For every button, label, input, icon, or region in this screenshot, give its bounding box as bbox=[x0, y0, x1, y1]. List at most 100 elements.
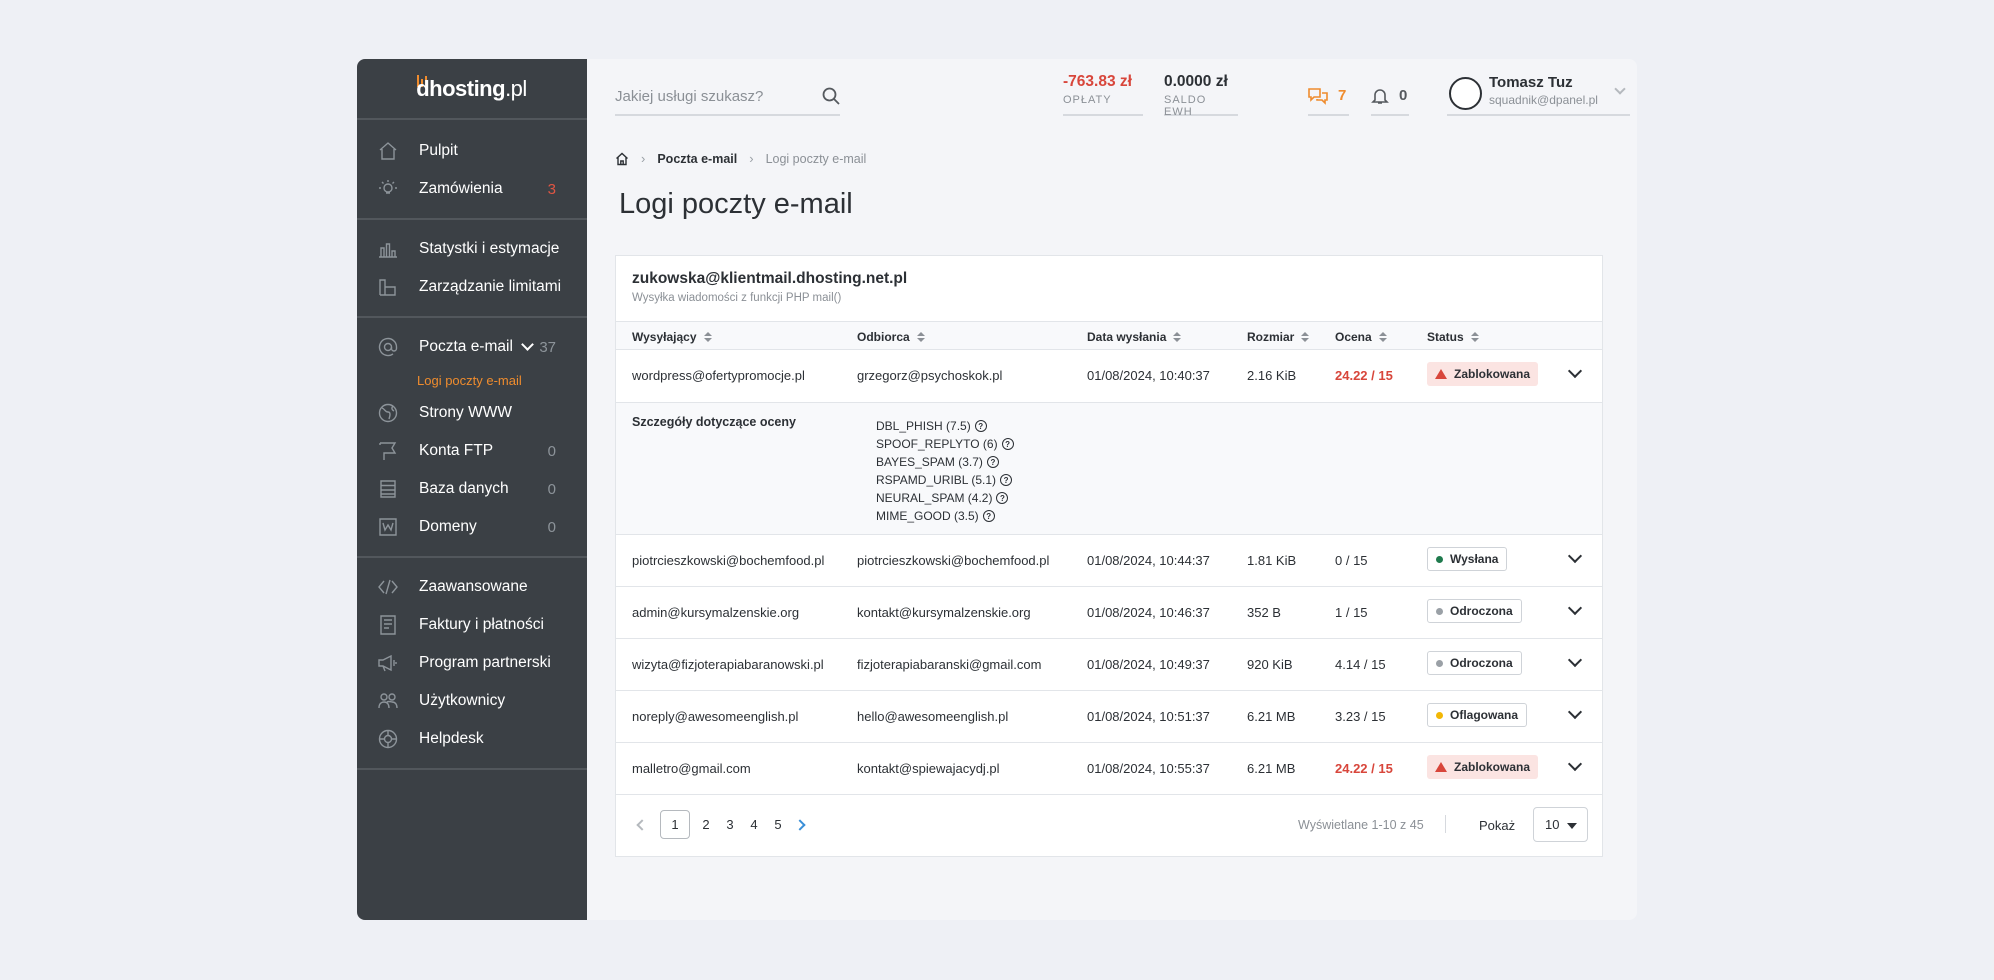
page-number[interactable]: 1 bbox=[660, 810, 690, 839]
search-icon[interactable] bbox=[822, 87, 840, 105]
help-icon[interactable]: ? bbox=[996, 492, 1009, 504]
domain-icon bbox=[378, 517, 398, 537]
search-field[interactable]: Jakiej usługi szukasz? bbox=[615, 79, 840, 116]
limits-icon bbox=[378, 277, 398, 297]
sidebar-item-label: Domeny bbox=[419, 518, 477, 535]
page-number[interactable]: 2 bbox=[694, 817, 718, 832]
table-row[interactable]: piotrcieszkowski@bochemfood.pl piotrciesz… bbox=[616, 535, 1602, 587]
page-number[interactable]: 5 bbox=[766, 817, 790, 832]
column-label: Odbiorca bbox=[857, 330, 910, 344]
user-email: squadnik@dpanel.pl bbox=[1489, 93, 1598, 107]
status-label: Zablokowana bbox=[1454, 760, 1531, 774]
column-header[interactable]: Ocena bbox=[1335, 330, 1387, 344]
sort-icon[interactable] bbox=[703, 332, 712, 342]
notifications-button[interactable]: 0 bbox=[1371, 81, 1409, 116]
sidebar-item-baza-danych[interactable]: Baza danych 0 bbox=[357, 470, 587, 508]
home-icon[interactable] bbox=[615, 152, 629, 166]
next-page-icon[interactable] bbox=[794, 818, 806, 831]
breadcrumb-item-current: Logi poczty e-mail bbox=[765, 151, 867, 166]
sidebar-item-label: Poczta e-mail bbox=[419, 338, 513, 355]
sidebar-item-poczta-e-mail[interactable]: Poczta e-mail 37 bbox=[357, 328, 587, 366]
column-header[interactable]: Data wysłania bbox=[1087, 330, 1182, 344]
megaphone-icon bbox=[378, 653, 398, 673]
date-cell: 01/08/2024, 10:49:37 bbox=[1087, 657, 1210, 672]
sort-icon[interactable] bbox=[1173, 332, 1182, 342]
mailbox-title: zukowska@klientmail.dhosting.net.pl bbox=[632, 270, 908, 287]
size-cell: 6.21 MB bbox=[1247, 709, 1296, 724]
breadcrumb-item-email[interactable]: Poczta e-mail bbox=[657, 152, 737, 166]
user-menu[interactable]: Tomasz Tuz squadnik@dpanel.pl bbox=[1447, 71, 1630, 116]
list-item: DBL_PHISH (7.5)? bbox=[876, 417, 1014, 435]
chevron-down-icon[interactable] bbox=[521, 338, 534, 351]
chevron-down-icon[interactable] bbox=[1567, 600, 1583, 616]
help-icon[interactable]: ? bbox=[986, 456, 999, 468]
status-dot-icon bbox=[1436, 555, 1443, 563]
chevron-down-icon[interactable] bbox=[1567, 363, 1583, 379]
caret-down-icon bbox=[1567, 823, 1577, 829]
top-bar: Jakiej usługi szukasz? -763.83 zł OPŁATY… bbox=[615, 59, 1630, 120]
status-badge: Oflagowana bbox=[1427, 703, 1528, 727]
chevron-down-icon[interactable] bbox=[1567, 652, 1583, 668]
globe-icon bbox=[378, 403, 398, 423]
rule-label: BAYES_SPAM (3.7) bbox=[876, 455, 983, 469]
sort-icon[interactable] bbox=[1470, 332, 1479, 342]
sidebar-item-zarz-dzanie-limitami[interactable]: Zarządzanie limitami bbox=[357, 268, 587, 306]
sidebar-item-zam-wienia[interactable]: Zamówienia 3 bbox=[357, 170, 587, 208]
column-header[interactable]: Rozmiar bbox=[1247, 330, 1310, 344]
sidebar-item-strony-www[interactable]: Strony WWW bbox=[357, 394, 587, 432]
sidebar-item-u-ytkownicy[interactable]: Użytkownicy bbox=[357, 682, 587, 720]
page-size-select[interactable]: 10 bbox=[1533, 807, 1588, 842]
sidebar-item-statystki-i-estymacje[interactable]: Statystki i estymacje bbox=[357, 230, 587, 268]
table-row[interactable]: noreply@awesomeenglish.pl hello@awesomeen… bbox=[616, 691, 1602, 743]
status-label: Odroczona bbox=[1450, 604, 1513, 618]
table-row[interactable]: wordpress@ofertypromocje.pl grzegorz@psyc… bbox=[616, 350, 1602, 402]
table-row[interactable]: admin@kursymalzenskie.org kontakt@kursyma… bbox=[616, 587, 1602, 639]
ewh-balance-widget[interactable]: 0.0000 zł SALDO EWH bbox=[1164, 73, 1238, 118]
size-cell: 352 B bbox=[1247, 605, 1281, 620]
sidebar-item-zaawansowane[interactable]: Zaawansowane bbox=[357, 568, 587, 606]
sidebar-item-pulpit[interactable]: Pulpit bbox=[357, 132, 587, 170]
page-number[interactable]: 4 bbox=[742, 817, 766, 832]
sort-icon[interactable] bbox=[916, 332, 925, 342]
sidebar-subitem-mail-logs[interactable]: Logi poczty e-mail bbox=[357, 366, 587, 394]
sidebar-item-helpdesk[interactable]: Helpdesk bbox=[357, 720, 587, 758]
status-label: Odroczona bbox=[1450, 656, 1513, 670]
sidebar-item-label: Zaawansowane bbox=[419, 578, 528, 595]
sidebar-item-domeny[interactable]: Domeny 0 bbox=[357, 508, 587, 546]
brand-logo[interactable]: dhosting .pl bbox=[357, 59, 587, 120]
help-icon[interactable]: ? bbox=[1000, 474, 1013, 486]
rule-label: NEURAL_SPAM (4.2) bbox=[876, 491, 993, 505]
date-cell: 01/08/2024, 10:46:37 bbox=[1087, 605, 1210, 620]
prev-page-icon[interactable] bbox=[636, 818, 648, 831]
sidebar-item-faktury-i-p-atno-ci[interactable]: Faktury i płatności bbox=[357, 606, 587, 644]
sender-cell: wordpress@ofertypromocje.pl bbox=[632, 368, 805, 383]
messages-button[interactable]: 7 bbox=[1308, 81, 1349, 116]
sidebar-item-konta-ftp[interactable]: Konta FTP 0 bbox=[357, 432, 587, 470]
help-icon[interactable]: ? bbox=[974, 420, 987, 432]
recipient-cell: grzegorz@psychoskok.pl bbox=[857, 368, 1003, 383]
table-row[interactable]: wizyta@fizjoterapiabaranowski.pl fizjoter… bbox=[616, 639, 1602, 691]
chevron-down-icon[interactable] bbox=[1567, 756, 1583, 772]
table-row[interactable]: malletro@gmail.com kontakt@spiewajacydj.p… bbox=[616, 743, 1602, 795]
search-input[interactable]: Jakiej usługi szukasz? bbox=[615, 88, 763, 105]
chevron-down-icon[interactable] bbox=[1567, 704, 1583, 720]
sort-icon[interactable] bbox=[1378, 332, 1387, 342]
column-header[interactable]: Status bbox=[1427, 330, 1479, 344]
score-details-panel: Szczegóły dotyczące oceny DBL_PHISH (7.5)… bbox=[616, 402, 1602, 535]
sender-cell: piotrcieszkowski@bochemfood.pl bbox=[632, 553, 825, 568]
help-icon[interactable]: ? bbox=[1001, 438, 1014, 450]
page-number[interactable]: 3 bbox=[718, 817, 742, 832]
score-cell: 24.22 / 15 bbox=[1335, 368, 1393, 383]
chevron-down-icon[interactable] bbox=[1567, 548, 1583, 564]
sort-icon[interactable] bbox=[1301, 332, 1310, 342]
column-label: Status bbox=[1427, 330, 1464, 344]
column-header[interactable]: Wysyłający bbox=[632, 330, 712, 344]
shown-range: Wyświetlane 1-10 z 45 bbox=[1298, 818, 1424, 832]
sidebar-item-count: 0 bbox=[547, 442, 556, 460]
date-cell: 01/08/2024, 10:51:37 bbox=[1087, 709, 1210, 724]
sidebar-item-program-partnerski[interactable]: Program partnerski bbox=[357, 644, 587, 682]
help-icon[interactable]: ? bbox=[982, 510, 995, 522]
column-header[interactable]: Odbiorca bbox=[857, 330, 925, 344]
date-cell: 01/08/2024, 10:40:37 bbox=[1087, 368, 1210, 383]
fees-widget[interactable]: -763.83 zł OPŁATY bbox=[1063, 73, 1143, 116]
